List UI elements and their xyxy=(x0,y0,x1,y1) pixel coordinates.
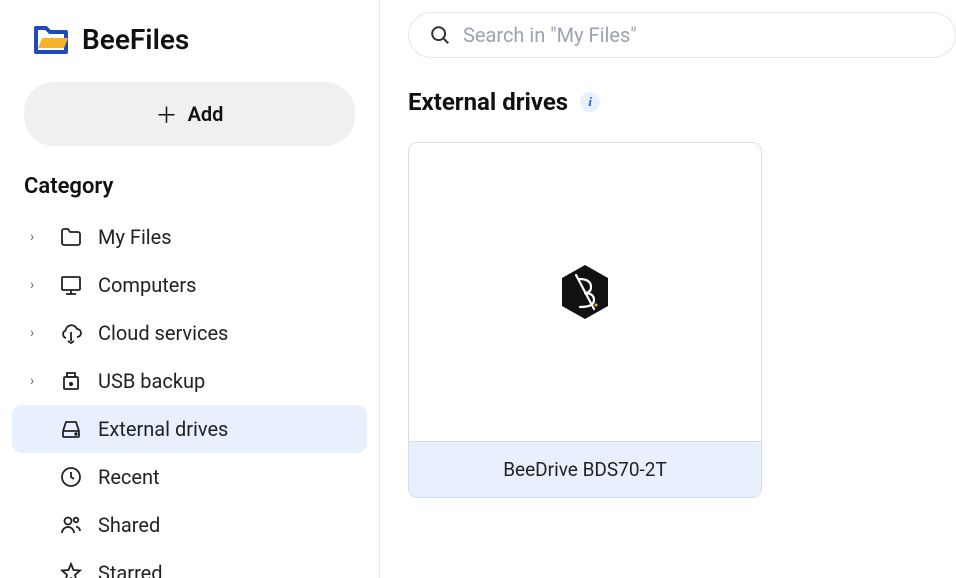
search-input[interactable] xyxy=(463,23,935,47)
nav-item-label: Starred xyxy=(98,561,163,578)
nav-item-recent[interactable]: Recent xyxy=(12,453,367,501)
star-icon xyxy=(58,560,84,578)
nav-item-usb-backup[interactable]: › USB backup xyxy=(12,357,367,405)
nav-item-label: Cloud services xyxy=(98,321,228,345)
drive-preview xyxy=(409,143,761,441)
nav-item-label: Recent xyxy=(98,465,160,489)
drive-icon xyxy=(58,416,84,442)
app-header: BeeFiles xyxy=(0,20,379,78)
nav-item-external-drives[interactable]: External drives xyxy=(12,405,367,453)
beedrive-logo-icon xyxy=(556,263,614,321)
main-content: External drives i BeeDrive BDS70-2T xyxy=(380,0,956,578)
nav-item-label: External drives xyxy=(98,417,228,441)
chevron-right-icon: › xyxy=(30,325,44,341)
nav-item-label: USB backup xyxy=(98,369,205,393)
nav-item-computers[interactable]: › Computers xyxy=(12,261,367,309)
nav-item-my-files[interactable]: › My Files xyxy=(12,213,367,261)
app-name: BeeFiles xyxy=(82,23,189,56)
nav-item-label: Shared xyxy=(98,513,160,537)
folder-icon xyxy=(58,224,84,250)
monitor-icon xyxy=(58,272,84,298)
plus-icon: ＋ xyxy=(156,98,178,130)
add-button[interactable]: ＋ Add xyxy=(24,82,355,146)
search-icon xyxy=(429,24,451,46)
nav-item-cloud-services[interactable]: › Cloud services xyxy=(12,309,367,357)
section-title: External drives xyxy=(408,88,568,116)
search-bar[interactable] xyxy=(408,12,956,58)
category-heading: Category xyxy=(0,174,379,213)
drive-name: BeeDrive BDS70-2T xyxy=(409,441,761,497)
usb-icon xyxy=(58,368,84,394)
clock-icon xyxy=(58,464,84,490)
nav-item-starred[interactable]: Starred xyxy=(12,549,367,578)
nav-item-shared[interactable]: Shared xyxy=(12,501,367,549)
chevron-right-icon: › xyxy=(30,373,44,389)
sidebar: BeeFiles ＋ Add Category › My Files › Comput… xyxy=(0,0,380,578)
drives-grid: BeeDrive BDS70-2T xyxy=(380,142,956,498)
chevron-right-icon: › xyxy=(30,277,44,293)
info-icon[interactable]: i xyxy=(580,92,600,112)
section-header: External drives i xyxy=(380,88,956,142)
people-icon xyxy=(58,512,84,538)
drive-card[interactable]: BeeDrive BDS70-2T xyxy=(408,142,762,498)
nav-list: › My Files › Computers › Cloud services › USB b… xyxy=(0,213,379,578)
nav-item-label: My Files xyxy=(98,225,172,249)
nav-item-label: Computers xyxy=(98,273,196,297)
chevron-right-icon: › xyxy=(30,229,44,245)
app-logo-icon xyxy=(32,20,70,58)
cloud-icon xyxy=(58,320,84,346)
add-button-label: Add xyxy=(188,102,224,126)
